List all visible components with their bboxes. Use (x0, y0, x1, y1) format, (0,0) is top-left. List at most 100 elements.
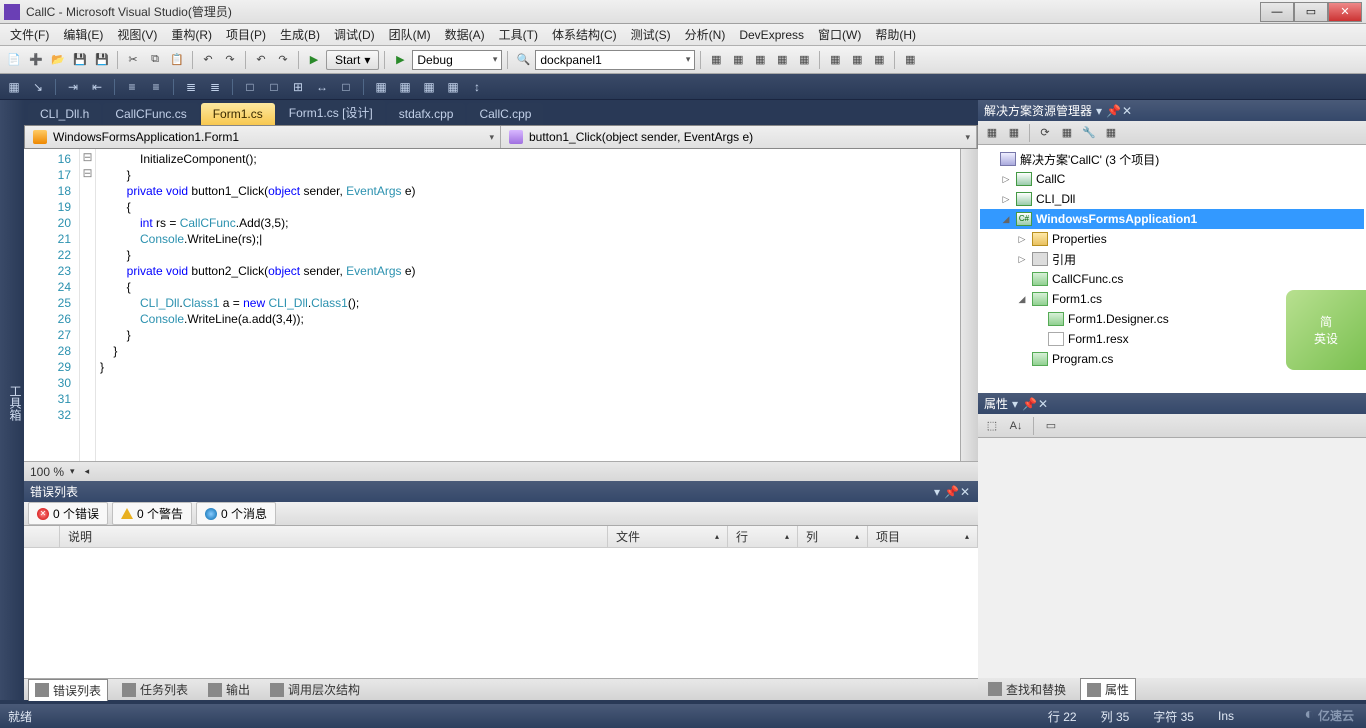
ext6-icon[interactable]: ▦ (825, 50, 845, 70)
errcol-desc[interactable]: 说明 (60, 526, 608, 547)
bottom-tab-错误列表[interactable]: 错误列表 (28, 679, 108, 701)
menu-分析(N)[interactable]: 分析(N) (679, 24, 732, 45)
run-icon[interactable]: ▶ (390, 50, 410, 70)
errors-filter[interactable]: ✕0 个错误 (28, 502, 108, 525)
properties-header[interactable]: 属性 ▾ 📌 ✕ (978, 393, 1366, 414)
errcol-line[interactable]: 行▴ (728, 526, 798, 547)
sol-tb1-icon[interactable]: ▦ (982, 123, 1002, 143)
menu-数据(A)[interactable]: 数据(A) (439, 24, 491, 45)
class-combo[interactable]: WindowsFormsApplication1.Form1 (25, 126, 501, 148)
member-combo[interactable]: button1_Click(object sender, EventArgs e… (501, 126, 977, 148)
zoom-level[interactable]: 100 % (30, 465, 64, 479)
menu-体系结构(C)[interactable]: 体系结构(C) (546, 24, 623, 45)
t2-18-icon[interactable]: ▦ (443, 77, 463, 97)
tab-Form1.cs[interactable]: Form1.cs (201, 103, 275, 125)
sol-dropdown-icon[interactable]: ▾ (1092, 104, 1106, 118)
prop-pages-icon[interactable]: ▭ (1041, 416, 1061, 436)
config-combo[interactable]: Debug (412, 50, 502, 70)
menu-项目(P)[interactable]: 项目(P) (220, 24, 272, 45)
floating-widget[interactable]: 简英设 (1286, 290, 1366, 370)
tab-stdafx.cpp[interactable]: stdafx.cpp (387, 103, 466, 125)
errcol-icon[interactable] (24, 526, 60, 547)
cut-icon[interactable]: ✂ (123, 50, 143, 70)
sol-tb2-icon[interactable]: ▦ (1004, 123, 1024, 143)
tree-CallCFunc.cs[interactable]: CallCFunc.cs (980, 269, 1364, 289)
sol-props-icon[interactable]: 🔧 (1079, 123, 1099, 143)
tree-WindowsFormsApplication1[interactable]: ◢C#WindowsFormsApplication1 (980, 209, 1364, 229)
menu-文件(F)[interactable]: 文件(F) (4, 24, 55, 45)
right-tab-属性[interactable]: 属性 (1080, 678, 1136, 700)
t2-12-icon[interactable]: ⊞ (288, 77, 308, 97)
solution-explorer-header[interactable]: 解决方案资源管理器 ▾ 📌 ✕ (978, 100, 1366, 121)
outdent-icon[interactable]: ≡ (146, 77, 166, 97)
close-button[interactable]: ✕ (1328, 2, 1362, 22)
bottom-tab-任务列表[interactable]: 任务列表 (116, 679, 194, 700)
ext8-icon[interactable]: ▦ (869, 50, 889, 70)
prop-close-icon[interactable]: ✕ (1036, 397, 1050, 411)
menu-调试(D)[interactable]: 调试(D) (328, 24, 381, 45)
ext1-icon[interactable]: ▦ (706, 50, 726, 70)
t2-8-icon[interactable]: ≣ (181, 77, 201, 97)
comment-icon[interactable]: ⇥ (63, 77, 83, 97)
t2-16-icon[interactable]: ▦ (395, 77, 415, 97)
vertical-scrollbar[interactable] (960, 149, 978, 461)
save-all-icon[interactable]: 💾 (92, 50, 112, 70)
sol-refresh-icon[interactable]: ⟳ (1035, 123, 1055, 143)
redo-icon[interactable]: ↷ (220, 50, 240, 70)
menu-团队(M)[interactable]: 团队(M) (383, 24, 437, 45)
nav-fwd-icon[interactable]: ↷ (273, 50, 293, 70)
menu-DevExpress[interactable]: DevExpress (733, 26, 810, 44)
error-grid[interactable]: 说明 文件▴ 行▴ 列▴ 项目▴ (24, 526, 978, 678)
new-project-icon[interactable]: 📄 (4, 50, 24, 70)
outlining-margin[interactable]: ⊟⊟ (80, 149, 96, 461)
find-icon[interactable]: 🔍 (513, 50, 533, 70)
ext3-icon[interactable]: ▦ (750, 50, 770, 70)
t2-14-icon[interactable]: □ (336, 77, 356, 97)
ext5-icon[interactable]: ▦ (794, 50, 814, 70)
add-item-icon[interactable]: ➕ (26, 50, 46, 70)
minimize-button[interactable]: — (1260, 2, 1294, 22)
sol-pin-icon[interactable]: 📌 (1106, 104, 1120, 118)
ext7-icon[interactable]: ▦ (847, 50, 867, 70)
indent-icon[interactable]: ≡ (122, 77, 142, 97)
undo-icon[interactable]: ↶ (198, 50, 218, 70)
solution-root[interactable]: 解决方案'CallC' (3 个项目) (980, 149, 1364, 169)
tab-CallC.cpp[interactable]: CallC.cpp (467, 103, 543, 125)
t2-17-icon[interactable]: ▦ (419, 77, 439, 97)
code-editor[interactable]: 1617181920212223242526272829303132 ⊟⊟ In… (24, 149, 978, 461)
bottom-tab-调用层次结构[interactable]: 调用层次结构 (264, 679, 366, 700)
find-combo[interactable]: dockpanel1 (535, 50, 695, 70)
t2-10-icon[interactable]: □ (240, 77, 260, 97)
menu-编辑(E)[interactable]: 编辑(E) (57, 24, 109, 45)
panel-dropdown-icon[interactable]: ▾ (930, 485, 944, 499)
menu-测试(S)[interactable]: 测试(S) (625, 24, 677, 45)
panel-pin-icon[interactable]: 📌 (944, 485, 958, 499)
menu-窗口(W)[interactable]: 窗口(W) (812, 24, 867, 45)
tab-CallCFunc.cs[interactable]: CallCFunc.cs (103, 103, 198, 125)
save-icon[interactable]: 💾 (70, 50, 90, 70)
tree-Properties[interactable]: ▷Properties (980, 229, 1364, 249)
menu-重构(R)[interactable]: 重构(R) (165, 24, 218, 45)
right-tab-查找和替换[interactable]: 查找和替换 (982, 679, 1072, 700)
errcol-col[interactable]: 列▴ (798, 526, 868, 547)
toolbox-tab[interactable]: 工具箱 (7, 385, 24, 421)
sol-view-icon[interactable]: ▦ (1101, 123, 1121, 143)
open-icon[interactable]: 📂 (48, 50, 68, 70)
uncomment-icon[interactable]: ⇤ (87, 77, 107, 97)
sol-showall-icon[interactable]: ▦ (1057, 123, 1077, 143)
t2-15-icon[interactable]: ▦ (371, 77, 391, 97)
ext2-icon[interactable]: ▦ (728, 50, 748, 70)
t2-1-icon[interactable]: ▦ (4, 77, 24, 97)
t2-13-icon[interactable]: ↔ (312, 77, 332, 97)
prop-cat-icon[interactable]: ⬚ (982, 416, 1002, 436)
left-tool-strip[interactable]: 工具箱 数据源 (0, 100, 24, 700)
prop-pin-icon[interactable]: 📌 (1022, 397, 1036, 411)
t2-2-icon[interactable]: ↘ (28, 77, 48, 97)
prop-az-icon[interactable]: A↓ (1006, 416, 1026, 436)
menu-生成(B)[interactable]: 生成(B) (274, 24, 326, 45)
tab-Form1.cs [设计][interactable]: Form1.cs [设计] (277, 100, 385, 125)
errcol-file[interactable]: 文件▴ (608, 526, 728, 547)
t2-9-icon[interactable]: ≣ (205, 77, 225, 97)
prop-dropdown-icon[interactable]: ▾ (1008, 397, 1022, 411)
paste-icon[interactable]: 📋 (167, 50, 187, 70)
